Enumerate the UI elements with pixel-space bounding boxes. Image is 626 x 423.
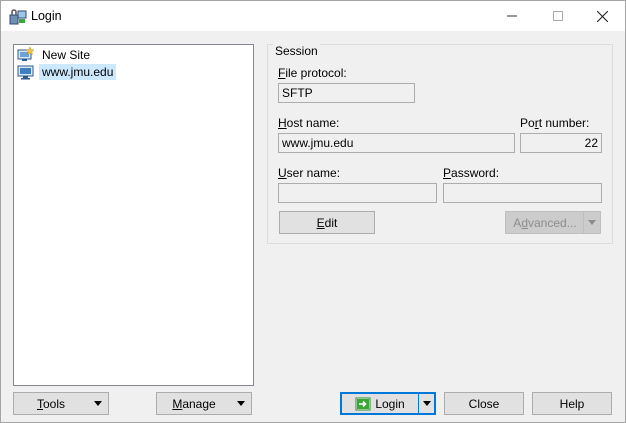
close-icon — [596, 10, 608, 22]
site-tree[interactable]: New Site www.jmu.edu — [13, 44, 254, 386]
host-name-field[interactable]: www.jmu.edu — [278, 133, 515, 153]
window-title: Login — [31, 9, 62, 23]
password-label: Password: — [443, 166, 500, 180]
title-bar: Login — [1, 1, 625, 31]
tree-item-label: www.jmu.edu — [39, 63, 117, 80]
tree-item-label: New Site — [42, 47, 91, 62]
login-window: Login New Site www.jmu.edu Session File … — [0, 0, 626, 423]
tools-dropdown-arrow[interactable] — [88, 393, 108, 414]
user-name-label: User name: — [278, 166, 341, 180]
minimize-button[interactable] — [489, 1, 535, 31]
new-site-icon — [17, 46, 35, 61]
advanced-dropdown-arrow[interactable] — [583, 212, 600, 233]
chevron-down-icon — [588, 220, 596, 225]
password-field[interactable] — [443, 183, 602, 203]
close-window-button[interactable] — [579, 1, 625, 31]
close-button[interactable]: Close — [444, 392, 524, 415]
chevron-down-icon — [423, 401, 431, 406]
tools-button[interactable]: Tools — [13, 392, 109, 415]
login-button[interactable]: Login — [340, 392, 436, 415]
minimize-icon — [507, 15, 517, 17]
user-name-field[interactable] — [278, 183, 437, 203]
site-computer-icon — [17, 65, 34, 79]
help-button[interactable]: Help — [532, 392, 612, 415]
advanced-button[interactable]: Advanced... — [505, 211, 601, 234]
winscp-app-icon — [9, 9, 27, 25]
port-number-label: Port number: — [520, 116, 590, 130]
maximize-icon — [553, 11, 563, 21]
chevron-down-icon — [94, 401, 102, 406]
session-legend: Session — [273, 44, 320, 58]
file-protocol-label: File protocol: — [278, 66, 347, 80]
port-number-field[interactable]: 22 — [520, 133, 602, 153]
login-dropdown-arrow[interactable] — [418, 393, 435, 414]
chevron-down-icon — [237, 401, 245, 406]
manage-button[interactable]: Manage — [156, 392, 252, 415]
tree-item-new-site[interactable]: New Site — [17, 46, 93, 63]
host-name-label: Host name: — [278, 116, 340, 130]
edit-button[interactable]: Edit — [279, 211, 375, 234]
manage-dropdown-arrow[interactable] — [231, 393, 251, 414]
maximize-button[interactable] — [535, 1, 581, 31]
login-icon — [355, 397, 371, 410]
tree-item-www-jmu-edu[interactable]: www.jmu.edu — [17, 63, 117, 80]
file-protocol-select[interactable]: SFTP — [278, 83, 415, 103]
